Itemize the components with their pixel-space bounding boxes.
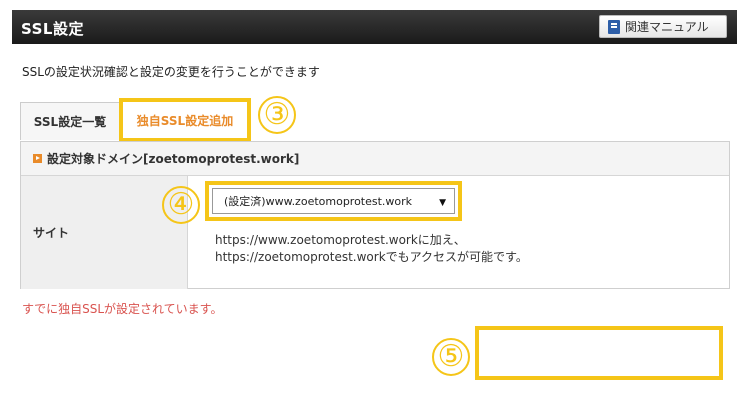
step-3-marker: ③ [258,96,296,134]
tab-bar: SSL設定一覧 独自SSL設定追加 [20,98,730,142]
page-description: SSLの設定状況確認と設定の変更を行うことができます [22,65,320,79]
site-select-value: (設定済)www.zoetomoprotest.work [224,195,413,208]
step-4-marker: ④ [162,186,200,224]
site-info: https://www.zoetomoprotest.workに加え、 http… [215,232,528,266]
confirm-button-area[interactable] [475,326,723,380]
arrow-right-icon [33,154,42,163]
related-manual-label: 関連マニュアル [625,20,709,34]
already-set-notice: すでに独自SSLが設定されています。 [22,302,223,316]
settings-panel: 設定対象ドメイン[zoetomoprotest.work] サイト (設定済)w… [20,141,730,289]
site-info-line-2: https://zoetomoprotest.workでもアクセスが可能です。 [215,250,528,264]
ssl-settings-page: SSL設定 関連マニュアル SSLの設定状況確認と設定の変更を行うことができます… [0,0,751,398]
site-content: (設定済)www.zoetomoprotest.work ▼ https://w… [188,176,729,289]
tab-ssl-list[interactable]: SSL設定一覧 [20,102,120,140]
site-select[interactable]: (設定済)www.zoetomoprotest.work ▼ [212,188,455,214]
book-icon [608,19,620,34]
site-row: サイト (設定済)www.zoetomoprotest.work ▼ https… [21,176,729,289]
page-title: SSL設定 [21,20,84,38]
title-bar: SSL設定 関連マニュアル [12,10,737,44]
step-5-marker: ⑤ [432,338,470,376]
panel-title: 設定対象ドメイン[zoetomoprotest.work] [47,152,300,166]
site-label: サイト [21,176,188,289]
related-manual-button[interactable]: 関連マニュアル [599,15,727,38]
tab-add-custom-ssl[interactable]: 独自SSL設定追加 [119,98,251,142]
dropdown-arrow-icon: ▼ [439,198,446,208]
site-info-line-1: https://www.zoetomoprotest.workに加え、 [215,233,466,247]
panel-header: 設定対象ドメイン[zoetomoprotest.work] [21,142,729,176]
site-select-highlight: (設定済)www.zoetomoprotest.work ▼ [205,181,462,221]
